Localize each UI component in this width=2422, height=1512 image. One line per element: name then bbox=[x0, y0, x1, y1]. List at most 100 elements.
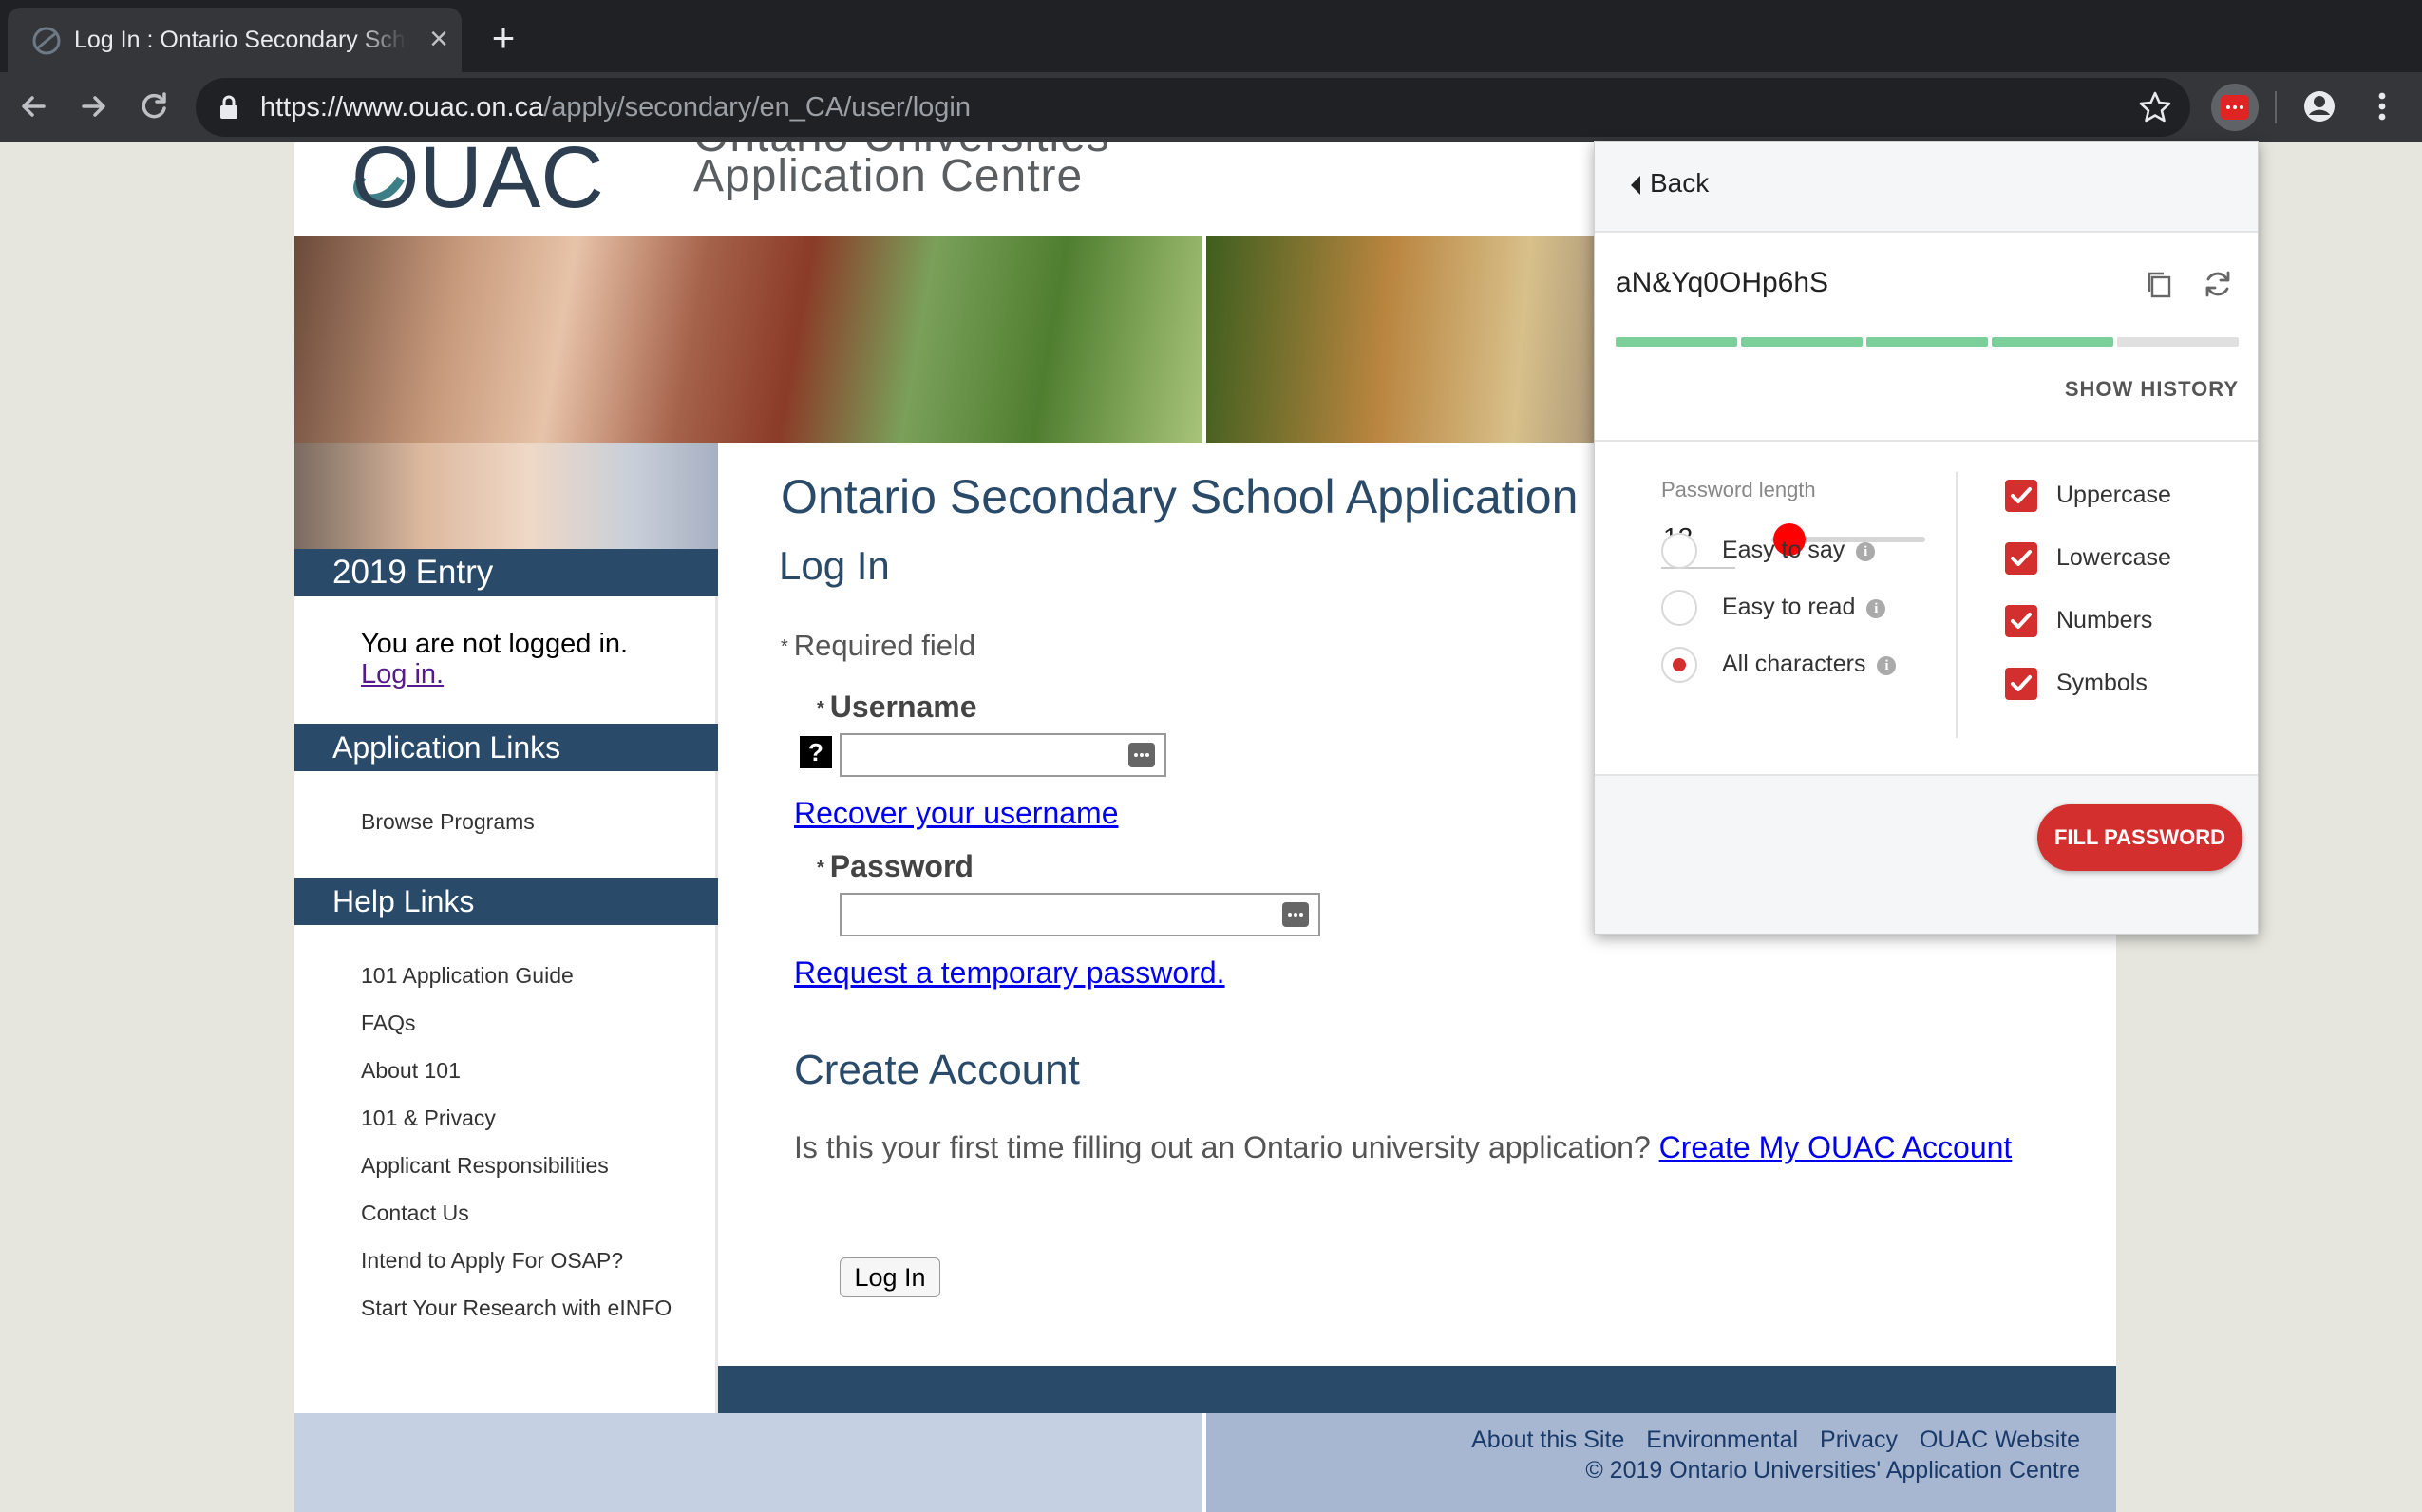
request-temporary-password-link[interactable]: Request a temporary password. bbox=[794, 955, 1225, 991]
footer-link-about[interactable]: About this Site bbox=[1471, 1427, 1624, 1453]
sidebar-link-privacy[interactable]: 101 & Privacy bbox=[361, 1106, 496, 1131]
symbols-label: Symbols bbox=[2056, 670, 2148, 696]
required-field-text: Required field bbox=[793, 629, 976, 662]
create-account-link[interactable]: Create My OUAC Account bbox=[1659, 1130, 2013, 1164]
new-tab-icon[interactable]: + bbox=[484, 18, 522, 58]
password-label: * Password bbox=[817, 849, 974, 884]
strength-segment bbox=[1616, 337, 1737, 347]
checkbox-uppercase-icon[interactable] bbox=[2005, 480, 2037, 512]
site-favicon-icon bbox=[32, 27, 61, 55]
address-bar[interactable]: https://www.ouac.on.ca/apply/secondary/e… bbox=[196, 78, 2190, 137]
back-label: Back bbox=[1650, 168, 1710, 198]
logo-wordmark: OUAC bbox=[351, 142, 604, 217]
footer-bar bbox=[718, 1366, 2116, 1413]
strength-segment bbox=[1866, 337, 1988, 347]
copy-icon[interactable] bbox=[2144, 269, 2176, 301]
password-generator-popup: Back aN&Yq0OHp6hS SHOW HISTORY Password … bbox=[1594, 141, 2259, 935]
footer-links: About this Site Environmental Privacy OU… bbox=[1456, 1427, 2080, 1454]
password-label-text: Password bbox=[829, 849, 974, 883]
login-heading: Log In bbox=[779, 543, 890, 588]
tab-title: Log In : Ontario Secondary School Applic… bbox=[74, 27, 407, 53]
fill-password-button[interactable]: FILL PASSWORD bbox=[2037, 804, 2242, 871]
lowercase-label: Lowercase bbox=[2056, 544, 2171, 571]
bookmark-star-icon[interactable] bbox=[2137, 89, 2173, 125]
footer-left-panel bbox=[294, 1413, 1202, 1512]
active-tab[interactable]: Log In : Ontario Secondary School Applic… bbox=[8, 8, 462, 72]
username-input[interactable] bbox=[840, 733, 1166, 777]
tab-close-icon[interactable]: × bbox=[423, 23, 455, 55]
caret-left-icon bbox=[1631, 176, 1640, 195]
sidebar-link-responsibilities[interactable]: Applicant Responsibilities bbox=[361, 1153, 609, 1179]
footer-link-environmental[interactable]: Environmental bbox=[1646, 1427, 1798, 1453]
sidebar-link-about[interactable]: About 101 bbox=[361, 1058, 461, 1084]
reload-icon[interactable] bbox=[133, 85, 175, 127]
profile-avatar-icon[interactable] bbox=[2299, 85, 2340, 127]
radio-all-characters[interactable] bbox=[1661, 647, 1697, 683]
password-input[interactable] bbox=[840, 893, 1320, 936]
browser-menu-icon[interactable] bbox=[2361, 85, 2403, 127]
help-links-heading: Help Links bbox=[294, 878, 718, 925]
strength-segment bbox=[2117, 337, 2239, 347]
password-length-label: Password length bbox=[1661, 478, 1816, 501]
easy-to-say-label: Easy to say bbox=[1722, 537, 1845, 563]
banner-photo-student bbox=[294, 236, 1202, 443]
password-manager-fill-icon[interactable] bbox=[1128, 743, 1155, 767]
footer-link-privacy[interactable]: Privacy bbox=[1820, 1427, 1898, 1453]
help-icon[interactable]: ? bbox=[800, 736, 832, 768]
checkbox-symbols-icon[interactable] bbox=[2005, 668, 2037, 700]
site-name-line2: Application Centre bbox=[693, 151, 1084, 201]
create-account-prompt: Is this your first time filling out an O… bbox=[794, 1130, 1651, 1164]
radio-easy-to-read[interactable] bbox=[1661, 590, 1697, 626]
entry-heading: 2019 Entry bbox=[294, 549, 718, 596]
sidebar-link-browse-programs[interactable]: Browse Programs bbox=[361, 809, 535, 835]
numbers-label: Numbers bbox=[2056, 607, 2153, 633]
page-title: Ontario Secondary School Application (1 bbox=[781, 470, 1634, 523]
sidebar-link-contact[interactable]: Contact Us bbox=[361, 1200, 469, 1226]
copyright-text: © 2019 Ontario Universities' Application… bbox=[1585, 1457, 2080, 1484]
options-divider bbox=[1956, 472, 1958, 738]
username-label-text: Username bbox=[829, 690, 977, 724]
info-icon[interactable]: i bbox=[1877, 656, 1897, 675]
required-asterisk-icon: * bbox=[781, 636, 788, 658]
login-button[interactable]: Log In bbox=[840, 1257, 940, 1297]
back-arrow-icon[interactable] bbox=[13, 85, 55, 127]
create-account-text: Is this your first time filling out an O… bbox=[794, 1130, 2012, 1165]
toolbar-divider bbox=[2275, 91, 2277, 123]
sidebar-link-einfo[interactable]: Start Your Research with eINFO bbox=[361, 1295, 672, 1321]
forward-arrow-icon[interactable] bbox=[72, 85, 114, 127]
checkbox-numbers-icon[interactable] bbox=[2005, 605, 2037, 637]
password-manager-fill-icon[interactable] bbox=[1282, 902, 1309, 927]
required-asterisk-icon: * bbox=[817, 858, 824, 879]
password-strength-meter bbox=[1616, 337, 2239, 347]
application-links-heading: Application Links bbox=[294, 724, 718, 771]
sidebar-login-link[interactable]: Log in. bbox=[361, 659, 444, 690]
checkbox-lowercase-icon[interactable] bbox=[2005, 542, 2037, 575]
generated-password[interactable]: aN&Yq0OHp6hS bbox=[1616, 267, 1828, 299]
strength-segment bbox=[1992, 337, 2113, 347]
ouac-logo[interactable]: OUAC bbox=[325, 142, 686, 217]
required-field-note: * Required field bbox=[781, 629, 975, 663]
info-icon[interactable]: i bbox=[1866, 599, 1886, 618]
sidebar-link-osap[interactable]: Intend to Apply For OSAP? bbox=[361, 1248, 623, 1274]
option-all-characters: All characters i bbox=[1722, 651, 1897, 678]
left-sidebar: 2019 Entry You are not logged in. Log in… bbox=[294, 549, 718, 1512]
footer-link-ouac-website[interactable]: OUAC Website bbox=[1920, 1427, 2080, 1453]
recover-username-link[interactable]: Recover your username bbox=[794, 796, 1118, 831]
url-text: https://www.ouac.on.ca/apply/secondary/e… bbox=[260, 92, 971, 123]
strength-segment bbox=[1741, 337, 1863, 347]
back-button[interactable]: Back bbox=[1595, 142, 2258, 233]
tab-strip: Log In : Ontario Secondary School Applic… bbox=[0, 0, 2422, 72]
regenerate-icon[interactable] bbox=[2201, 267, 2235, 301]
password-manager-extension-button[interactable] bbox=[2211, 84, 2259, 131]
create-account-heading: Create Account bbox=[794, 1047, 1080, 1093]
radio-easy-to-say[interactable] bbox=[1661, 533, 1697, 569]
easy-to-read-label: Easy to read bbox=[1722, 594, 1856, 620]
sidebar-link-faqs[interactable]: FAQs bbox=[361, 1011, 416, 1036]
url-host: https://www.ouac.on.ca bbox=[260, 92, 544, 123]
show-history-button[interactable]: SHOW HISTORY bbox=[2065, 377, 2239, 402]
password-manager-icon bbox=[2221, 95, 2249, 120]
sidebar-link-application-guide[interactable]: 101 Application Guide bbox=[361, 963, 574, 989]
info-icon[interactable]: i bbox=[1856, 542, 1876, 561]
lock-icon bbox=[220, 95, 237, 119]
uppercase-label: Uppercase bbox=[2056, 482, 2171, 508]
